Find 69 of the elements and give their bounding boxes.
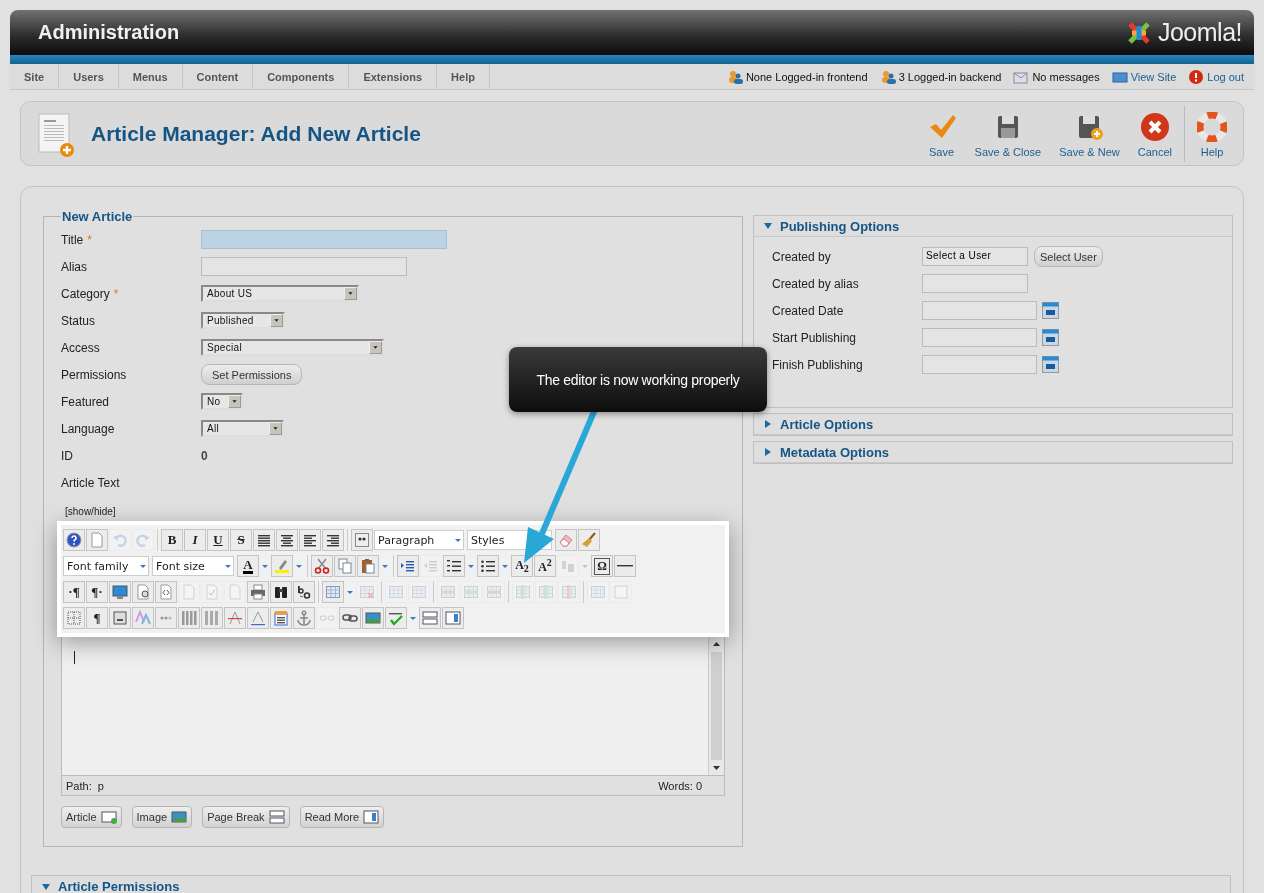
field-label: Created by: [772, 249, 831, 264]
bold-button[interactable]: B: [161, 529, 183, 551]
field-label: Article Text: [61, 475, 120, 490]
field-label: Status: [61, 313, 96, 328]
select-field[interactable]: All: [201, 420, 284, 437]
menu-item[interactable]: Users: [59, 64, 119, 89]
italic-button[interactable]: I: [184, 529, 206, 551]
strikethrough-button[interactable]: S: [230, 529, 252, 551]
field-label: Permissions: [61, 367, 127, 382]
field-label: Created Date: [772, 303, 844, 318]
cancel-button[interactable]: Cancel: [1131, 105, 1178, 162]
underline-button[interactable]: U: [207, 529, 229, 551]
insert-button[interactable]: Image: [131, 806, 193, 828]
field-label: Finish Publishing: [772, 357, 863, 372]
status-text: None Logged-in frontend: [745, 70, 868, 83]
menu-item[interactable]: Extensions: [349, 64, 438, 89]
select-field[interactable]: Published: [201, 312, 285, 329]
field-label: Category: [61, 286, 110, 301]
field-label: Language: [61, 421, 115, 436]
field-label: Created by alias: [772, 276, 859, 291]
insert-button[interactable]: Article: [61, 806, 122, 828]
user-field[interactable]: Select a User: [922, 247, 1028, 266]
save-button[interactable]: Save: [920, 105, 963, 162]
required-mark: *: [87, 232, 92, 247]
element-path: Path: p: [66, 779, 104, 792]
permissions-button[interactable]: Set Permissions: [201, 364, 303, 385]
status-link[interactable]: Log out: [1207, 70, 1244, 83]
format-select[interactable]: Paragraph: [374, 530, 464, 550]
save-new-button[interactable]: Save & New: [1053, 105, 1126, 162]
field-value: 0: [201, 448, 208, 463]
right-to-left-button[interactable]: ¶·: [86, 581, 108, 603]
paragraph-mark-button[interactable]: ¶: [86, 607, 108, 629]
subscript-button[interactable]: A$_{2}$: [511, 555, 533, 577]
format-select[interactable]: Font family: [63, 556, 149, 576]
insert-button[interactable]: Page Break: [202, 806, 290, 828]
select-user-button[interactable]: Select User: [1034, 246, 1103, 267]
format-select[interactable]: Font size: [152, 556, 234, 576]
field-label: Start Publishing: [772, 330, 857, 345]
header-title: Administration: [38, 21, 180, 44]
field-label: Alias: [61, 259, 87, 274]
menu-item[interactable]: Menus: [118, 64, 183, 89]
help-button[interactable]: Help: [1184, 105, 1233, 162]
status-text: 3 Logged-in backend: [898, 70, 1002, 83]
menu-item[interactable]: Components: [253, 64, 350, 89]
status-text: No messages: [1032, 70, 1100, 83]
callout-tooltip: The editor is now working properly: [509, 347, 767, 412]
insert-button[interactable]: Read More: [299, 806, 385, 828]
logo-text: Joomla!: [1157, 18, 1242, 47]
field-label: Featured: [61, 394, 110, 409]
status-link[interactable]: View Site: [1130, 70, 1177, 83]
page-title: Article Manager: Add New Article: [91, 121, 421, 146]
menu-item[interactable]: Site: [10, 64, 60, 89]
required-mark: *: [113, 286, 119, 301]
left-to-right-button[interactable]: ·¶: [63, 581, 85, 603]
word-count: Words: 0: [658, 779, 702, 792]
special-character-button[interactable]: Ω: [591, 555, 613, 577]
field-label: Access: [61, 340, 100, 355]
select-field[interactable]: About US: [201, 285, 359, 302]
section-title: New Article: [61, 209, 134, 224]
superscript-button[interactable]: A$^{2}$: [534, 555, 556, 577]
field-label: Title: [61, 232, 84, 247]
text-color-button[interactable]: A: [237, 555, 259, 577]
menu-item[interactable]: Content: [182, 64, 254, 89]
menu-item[interactable]: Help: [437, 64, 490, 89]
show-hide-link[interactable]: [show/hide]: [65, 506, 725, 517]
field-label: ID: [61, 448, 73, 463]
select-field[interactable]: No: [201, 393, 243, 410]
select-field[interactable]: Special: [201, 339, 384, 356]
save-close-button[interactable]: Save & Close: [968, 105, 1048, 162]
